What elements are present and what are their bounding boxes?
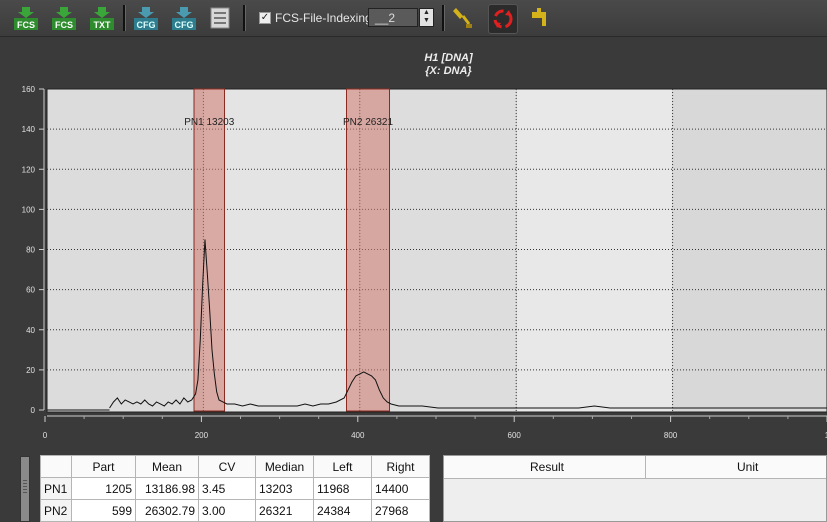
part-cell: 1205 bbox=[71, 477, 136, 500]
column-header: Part bbox=[71, 455, 136, 478]
refresh-icon bbox=[493, 9, 513, 29]
tap-icon bbox=[532, 8, 546, 26]
result-header: Result Unit bbox=[444, 456, 826, 479]
svg-text:FCS: FCS bbox=[17, 20, 35, 30]
x-tick-label: 600 bbox=[508, 431, 522, 440]
x-tick-label: 400 bbox=[351, 431, 365, 440]
save-cfg-icon: CFG bbox=[172, 7, 196, 30]
x-tick-label: 800 bbox=[664, 431, 678, 440]
histogram-plot[interactable]: 02040608010012014016002004006008001PN1 1… bbox=[0, 80, 827, 450]
gate-label: PN1 13203 bbox=[184, 117, 234, 128]
cv-cell: 3.00 bbox=[198, 499, 256, 522]
part-cell: 599 bbox=[71, 499, 136, 522]
load-cfg-icon: CFG bbox=[134, 7, 158, 30]
column-header: Right bbox=[371, 455, 430, 478]
import-fcs-icon: FCS bbox=[14, 7, 38, 30]
y-tick-label: 60 bbox=[26, 286, 35, 295]
row-label: PN1 bbox=[40, 477, 72, 500]
result-column-header: Result bbox=[530, 460, 565, 474]
probe-button[interactable] bbox=[450, 4, 478, 32]
x-tick-label: 0 bbox=[43, 431, 48, 440]
table-header-row: Part Mean CV Median Left Right bbox=[40, 455, 430, 478]
svg-text:TXT: TXT bbox=[94, 20, 112, 30]
left-cell: 24384 bbox=[313, 499, 372, 522]
toolbar: FCS FCS TXT CFG CFG ✓ FCS-File-Indexing … bbox=[0, 0, 827, 37]
gate-label: PN2 26321 bbox=[343, 117, 393, 128]
plot-band bbox=[203, 89, 360, 412]
table-row[interactable]: PN2 599 26302.79 3.00 26321 24384 27968 bbox=[40, 499, 430, 522]
unit-column-header: Unit bbox=[737, 460, 759, 474]
right-cell: 14400 bbox=[371, 477, 430, 500]
import-fcs-button[interactable]: FCS bbox=[12, 4, 40, 32]
column-header: CV bbox=[198, 455, 256, 478]
median-cell: 26321 bbox=[255, 499, 314, 522]
result-panel: Result Unit bbox=[443, 455, 827, 522]
plot-band bbox=[672, 89, 827, 412]
y-tick-label: 100 bbox=[22, 205, 36, 214]
indexing-label: FCS-File-Indexing bbox=[275, 11, 372, 25]
right-cell: 27968 bbox=[371, 499, 430, 522]
svg-text:CFG: CFG bbox=[175, 20, 194, 30]
spin-down-icon[interactable]: ▼ bbox=[420, 17, 433, 25]
histogram-svg: 02040608010012014016002004006008001PN1 1… bbox=[0, 80, 827, 450]
toolbar-separator bbox=[123, 5, 126, 31]
spin-up-icon[interactable]: ▲ bbox=[420, 9, 433, 17]
y-tick-label: 80 bbox=[26, 246, 35, 255]
stats-table: Part Mean CV Median Left Right PN1 1205 … bbox=[40, 455, 430, 522]
x-tick-label: 200 bbox=[195, 431, 209, 440]
toolbar-separator bbox=[442, 5, 445, 31]
cv-cell: 3.45 bbox=[198, 477, 256, 500]
chart-title: H1 [DNA] bbox=[424, 52, 473, 64]
index-spinbox[interactable]: __2 bbox=[368, 8, 418, 27]
left-cell: 11968 bbox=[313, 477, 372, 500]
save-cfg-button[interactable]: CFG bbox=[170, 4, 198, 32]
chart-subtitle: {X: DNA} bbox=[425, 65, 472, 77]
print-button[interactable] bbox=[206, 4, 234, 32]
load-cfg-button[interactable]: CFG bbox=[132, 4, 160, 32]
plot-band bbox=[47, 89, 204, 412]
svg-text:CFG: CFG bbox=[137, 20, 156, 30]
y-tick-label: 140 bbox=[22, 125, 36, 134]
column-header: Left bbox=[313, 455, 372, 478]
mean-cell: 13186.98 bbox=[135, 477, 199, 500]
export-fcs-button[interactable]: FCS bbox=[50, 4, 78, 32]
toolbar-separator bbox=[243, 5, 246, 31]
export-fcs-icon: FCS bbox=[52, 7, 76, 30]
y-tick-label: 0 bbox=[31, 406, 36, 415]
spinbox-arrows[interactable]: ▲ ▼ bbox=[419, 8, 434, 27]
print-icon bbox=[210, 7, 230, 29]
export-txt-button[interactable]: TXT bbox=[88, 4, 116, 32]
refresh-button[interactable] bbox=[488, 4, 518, 34]
y-tick-label: 40 bbox=[26, 326, 35, 335]
column-header bbox=[40, 455, 72, 478]
column-divider bbox=[645, 456, 646, 478]
gate-pn2 bbox=[346, 88, 391, 412]
tap-button[interactable] bbox=[526, 4, 554, 32]
table-row[interactable]: PN1 1205 13186.98 3.45 13203 11968 14400 bbox=[40, 477, 430, 500]
y-tick-label: 120 bbox=[22, 165, 36, 174]
indexing-checkbox[interactable]: ✓ bbox=[259, 12, 271, 24]
column-header: Mean bbox=[135, 455, 199, 478]
median-cell: 13203 bbox=[255, 477, 314, 500]
y-tick-label: 20 bbox=[26, 366, 35, 375]
mean-cell: 26302.79 bbox=[135, 499, 199, 522]
export-txt-icon: TXT bbox=[90, 7, 114, 30]
probe-icon bbox=[453, 8, 472, 28]
grip-icon bbox=[23, 480, 27, 494]
plot-band bbox=[516, 89, 673, 412]
row-label: PN2 bbox=[40, 499, 72, 522]
column-header: Median bbox=[255, 455, 314, 478]
y-tick-label: 160 bbox=[22, 85, 36, 94]
svg-text:FCS: FCS bbox=[55, 20, 73, 30]
